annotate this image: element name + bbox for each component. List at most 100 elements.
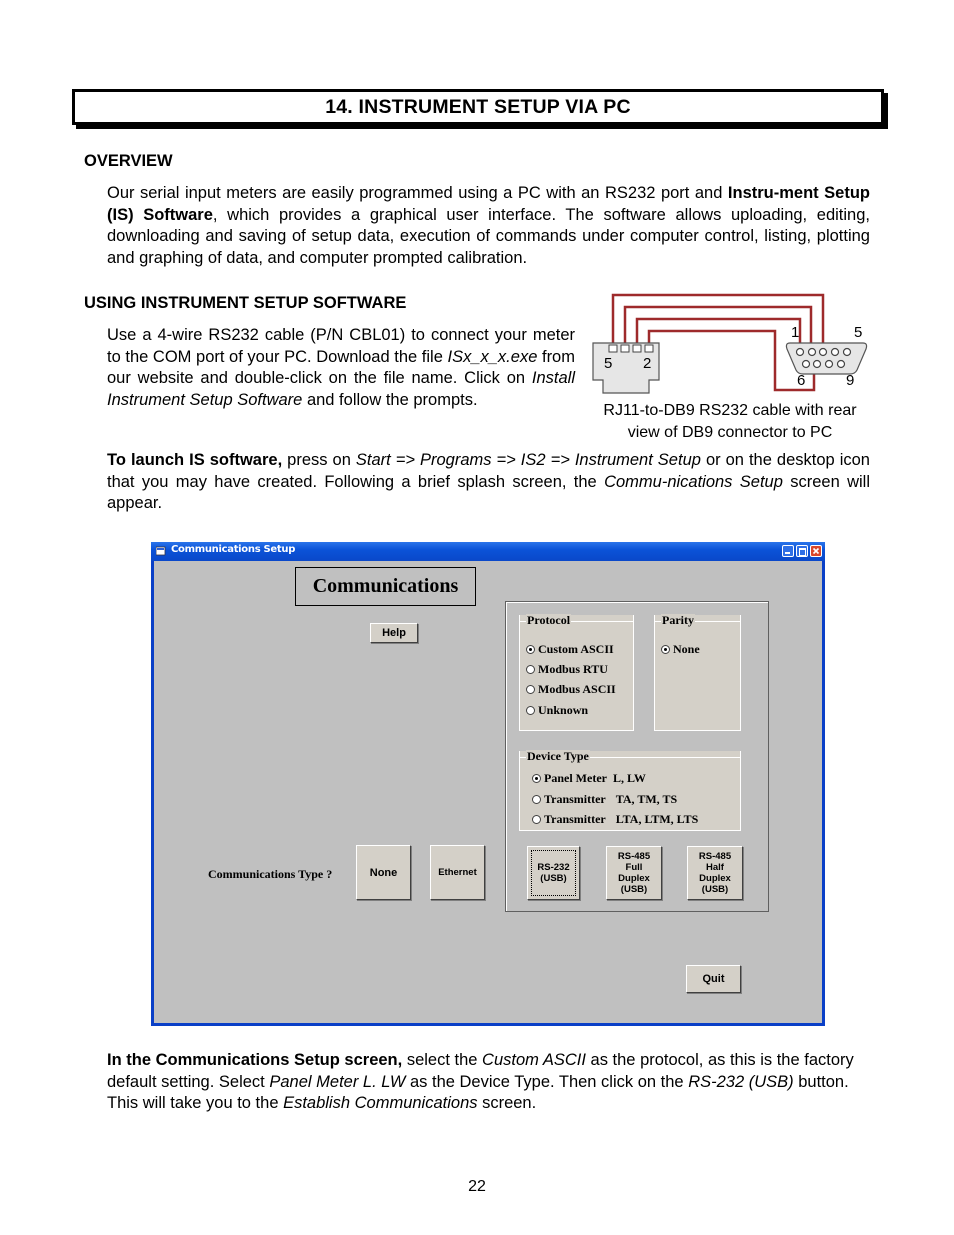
- close-button[interactable]: [810, 545, 822, 557]
- rs485-full-duplex-button[interactable]: RS-485 Full Duplex (USB): [606, 846, 662, 900]
- rj11-pin-5-label: 5: [604, 355, 613, 372]
- db9-pin-1-label: 1: [791, 324, 800, 341]
- radio-models: LTA, LTM, LTS: [615, 812, 699, 826]
- parity-label: Parity: [661, 613, 695, 627]
- radio-label: Modbus ASCII: [538, 682, 616, 696]
- instructions-text-5: screen.: [477, 1094, 537, 1112]
- overview-heading: OVERVIEW: [84, 152, 173, 170]
- overview-text-2: , which provides a graphical user interf…: [107, 205, 870, 267]
- radio-icon: [532, 814, 541, 824]
- minimize-button[interactable]: [782, 545, 794, 557]
- protocol-option-unknown[interactable]: Unknown: [526, 703, 588, 717]
- protocol-label: Protocol: [526, 613, 572, 627]
- radio-models: L, LW: [612, 771, 646, 785]
- instructions-protocol: Custom ASCII: [482, 1051, 586, 1069]
- radio-selected-icon: [526, 644, 535, 654]
- window-title: Communications Setup: [171, 544, 296, 555]
- minimize-icon: [785, 552, 790, 554]
- window-client-area: Communications Help Protocol Custom ASCI…: [154, 561, 822, 1023]
- instructions-paragraph: In the Communications Setup screen, sele…: [107, 1050, 870, 1115]
- overview-text-1: Our serial input meters are easily progr…: [107, 184, 728, 202]
- radio-icon: [526, 684, 535, 694]
- focus-rect: [531, 850, 576, 896]
- button-line: Duplex: [699, 873, 731, 884]
- overview-paragraph: Our serial input meters are easily progr…: [107, 183, 870, 269]
- db9-connector: [785, 342, 868, 375]
- button-line: (USB): [620, 884, 648, 895]
- protocol-option-modbus-ascii[interactable]: Modbus ASCII: [526, 682, 616, 696]
- section-title: 14. INSTRUMENT SETUP VIA PC: [325, 96, 631, 118]
- ethernet-button[interactable]: Ethernet: [430, 845, 485, 900]
- button-line: (USB): [701, 884, 729, 895]
- instructions-text-1: select the: [402, 1051, 483, 1069]
- protocol-group: Protocol Custom ASCII Modbus RTU Modbus …: [519, 613, 634, 731]
- communications-setup-window: Communications Setup Communications Help…: [151, 542, 825, 1026]
- device-option-transmitter-lta[interactable]: Transmitter LTA, LTM, LTS: [532, 812, 698, 826]
- radio-label: Modbus RTU: [538, 662, 608, 676]
- rs232-usb-button[interactable]: RS-232 (USB): [527, 846, 580, 900]
- instructions-next-screen: Establish Communications: [283, 1094, 478, 1112]
- none-button[interactable]: None: [356, 845, 411, 900]
- cable-caption: RJ11-to-DB9 RS232 cable with rear view o…: [585, 400, 875, 443]
- button-line: Duplex: [618, 873, 650, 884]
- maximize-button[interactable]: [796, 545, 808, 557]
- protocol-option-modbus-rtu[interactable]: Modbus RTU: [526, 662, 608, 676]
- using-filename: ISx_x_x.exe: [447, 347, 538, 366]
- maximize-icon: [799, 548, 806, 556]
- help-button[interactable]: Help: [370, 623, 418, 643]
- using-paragraph: Use a 4-wire RS232 cable (P/N CBL01) to …: [107, 325, 575, 411]
- cable-caption-line-1: RJ11-to-DB9 RS232 cable with rear: [603, 402, 857, 419]
- launch-path: Start => Programs => IS2 => Instrument S…: [355, 451, 701, 469]
- db9-pin-6-label: 6: [797, 372, 806, 389]
- section-title-box: 14. INSTRUMENT SETUP VIA PC: [72, 89, 884, 125]
- button-line: RS-485: [617, 851, 651, 862]
- parity-option-none[interactable]: None: [661, 642, 700, 656]
- instructions-button: RS-232 (USB): [688, 1072, 794, 1091]
- rs485-half-duplex-button[interactable]: RS-485 Half Duplex (USB): [687, 846, 743, 900]
- radio-label: Transmitter: [544, 792, 606, 806]
- launch-screen-name: Commu-nications Setup: [604, 472, 783, 491]
- device-type-group: Device Type Panel Meter L, LW Transmitter…: [519, 749, 741, 831]
- instructions-device: Panel Meter L. LW: [269, 1072, 406, 1091]
- communications-type-label: Communications Type ?: [208, 867, 333, 881]
- instructions-text-3: as the Device Type. Then click on the: [405, 1072, 689, 1091]
- radio-icon: [532, 794, 541, 804]
- device-option-panel-meter[interactable]: Panel Meter L, LW: [532, 771, 646, 785]
- cable-diagram: 5 2 1 5 6 9 RJ11-to-DB9 RS232 cable with…: [585, 290, 875, 445]
- launch-paragraph: To launch IS software, press on Start =>…: [107, 450, 870, 515]
- page-number: 22: [468, 1178, 486, 1195]
- radio-label: None: [673, 642, 700, 656]
- cable-diagram-svg: [592, 293, 868, 394]
- using-text-3: and follow the prompts.: [302, 390, 478, 409]
- db9-pin-9-label: 9: [846, 372, 855, 389]
- protocol-option-custom-ascii[interactable]: Custom ASCII: [526, 642, 614, 656]
- window-titlebar[interactable]: Communications Setup: [151, 542, 825, 561]
- button-line: Full: [625, 862, 643, 873]
- using-heading: USING INSTRUMENT SETUP SOFTWARE: [84, 294, 407, 312]
- radio-models: TA, TM, TS: [615, 792, 678, 806]
- wire-4: [647, 329, 816, 392]
- radio-label: Unknown: [538, 703, 589, 717]
- close-icon: [812, 547, 820, 555]
- radio-label: Panel Meter: [544, 771, 607, 785]
- communications-heading: Communications: [295, 567, 476, 606]
- radio-icon: [526, 705, 535, 715]
- radio-icon: [526, 664, 535, 674]
- device-type-label: Device Type: [526, 749, 590, 763]
- instructions-bold: In the Communications Setup screen,: [107, 1051, 403, 1069]
- radio-label: Custom ASCII: [538, 642, 614, 656]
- radio-label: Transmitter: [544, 812, 606, 826]
- launch-text-1: press on: [282, 451, 356, 469]
- radio-selected-icon: [532, 773, 541, 783]
- cable-caption-line-2: view of DB9 connector to PC: [627, 423, 833, 441]
- button-line: Half: [706, 862, 724, 873]
- launch-bold: To launch IS software,: [107, 451, 283, 469]
- app-icon: [156, 546, 166, 556]
- radio-selected-icon: [661, 644, 670, 654]
- settings-panel: Protocol Custom ASCII Modbus RTU Modbus …: [505, 601, 769, 912]
- db9-pin-5-label: 5: [854, 324, 863, 341]
- device-option-transmitter-ta[interactable]: Transmitter TA, TM, TS: [532, 792, 677, 806]
- button-line: RS-485: [698, 851, 732, 862]
- rj11-pin-2-label: 2: [643, 355, 652, 372]
- quit-button[interactable]: Quit: [686, 965, 741, 993]
